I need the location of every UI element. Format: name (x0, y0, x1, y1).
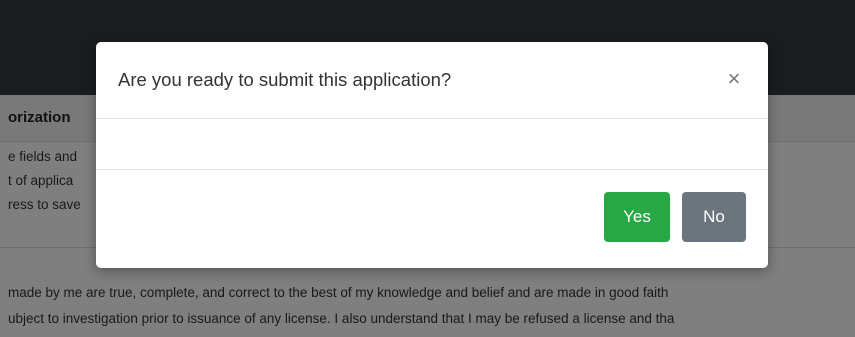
confirm-submit-dialog: Are you ready to submit this application… (96, 42, 768, 268)
modal-header: Are you ready to submit this application… (96, 42, 768, 119)
modal-title: Are you ready to submit this application… (118, 69, 452, 90)
modal-body (96, 119, 768, 170)
modal-footer: Yes No (96, 170, 768, 268)
yes-button[interactable]: Yes (604, 192, 670, 242)
no-button[interactable]: No (682, 192, 746, 242)
close-icon[interactable]: × (722, 68, 746, 92)
